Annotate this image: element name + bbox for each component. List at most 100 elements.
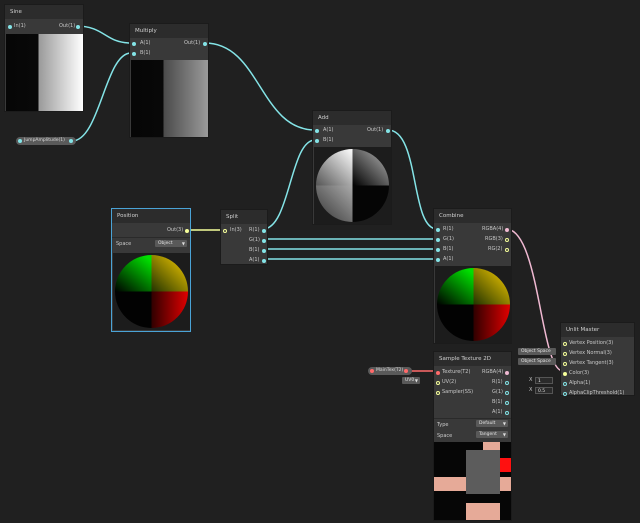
property-dot [18, 139, 22, 143]
input-port-dot[interactable] [563, 382, 567, 386]
node-title: Sine [5, 5, 83, 19]
input-port-dot[interactable] [563, 362, 567, 366]
chevron-down-icon: ▼ [502, 421, 506, 426]
add-node[interactable]: Add A(1) B(1) Out(1) [312, 110, 392, 225]
output-port-dot[interactable] [262, 239, 266, 243]
combine-node[interactable]: Combine R(1) G(1) B(1) A(1) RGBA(4) RGB(… [433, 208, 512, 344]
node-title: Position [112, 209, 190, 223]
sample-texture-2d-node[interactable]: Sample Texture 2D Texture(T2) UV(2) Samp… [433, 351, 512, 521]
input-port-dot[interactable] [8, 25, 12, 29]
output-port-dot[interactable] [505, 411, 509, 415]
vertex-position-space-field[interactable]: Object Space [518, 348, 556, 355]
master-input-vertex-position: Vertex Position(3) [569, 340, 614, 346]
vertex-normal-space-field[interactable]: Object Space [518, 358, 556, 365]
split-node[interactable]: Split In(3) R(1) G(1) B(1) A(1) [220, 209, 268, 265]
divider [434, 418, 511, 419]
property-label: JumpAmplitude(1) [24, 138, 65, 143]
property-dot [370, 369, 374, 373]
property-node-jumpamplitude[interactable]: JumpAmplitude(1) [16, 137, 76, 145]
position-node[interactable]: Position Out(3) Space Object ▼ [111, 208, 191, 332]
output-port-dot[interactable] [404, 369, 408, 373]
alpha-value: 1 [538, 379, 541, 384]
unlit-master-node[interactable]: Unlit Master Vertex Position(3) Vertex N… [560, 322, 635, 396]
input-port-dot[interactable] [436, 381, 440, 385]
master-input-alpha-clip: AlphaClipThreshold(1) [569, 390, 625, 396]
type-label: Type [437, 422, 449, 428]
output-port-dot[interactable] [262, 259, 266, 263]
combine-output-rgba: RGBA(4) [482, 226, 504, 232]
input-port-dot[interactable] [315, 139, 319, 143]
split-output-b: B(1) [249, 247, 260, 253]
input-port-dot[interactable] [436, 391, 440, 395]
combine-input-b: B(1) [443, 246, 454, 252]
split-input-in: In(3) [230, 227, 242, 233]
input-port-dot[interactable] [563, 372, 567, 376]
output-port-dot[interactable] [76, 25, 80, 29]
input-port-dot[interactable] [563, 352, 567, 356]
sample-texture-preview [434, 442, 511, 520]
uv-channel-field[interactable]: UV0 ▼ [402, 377, 420, 384]
output-port-dot[interactable] [505, 248, 509, 252]
clip-value: 0.5 [538, 389, 546, 394]
combine-input-r: R(1) [443, 226, 454, 232]
node-title: Multiply [130, 24, 208, 38]
space-label: Space [437, 433, 453, 439]
position-preview [113, 253, 190, 330]
output-port-dot[interactable] [505, 228, 509, 232]
input-port-dot[interactable] [563, 342, 567, 346]
input-port-dot[interactable] [436, 238, 440, 242]
input-port-dot[interactable] [132, 42, 136, 46]
input-port-dot[interactable] [436, 258, 440, 262]
output-port-dot[interactable] [69, 139, 73, 143]
connection-wires [71, 25, 564, 372]
shader-graph-canvas[interactable]: Sine In(1) Out(1) JumpAmplitude(1) Multi… [0, 0, 640, 523]
sample-output-r: R(1) [492, 379, 503, 385]
chevron-down-icon: ▼ [502, 432, 506, 437]
output-port-dot[interactable] [386, 129, 390, 133]
output-port-dot[interactable] [185, 229, 189, 233]
output-port-dot[interactable] [505, 381, 509, 385]
sine-node[interactable]: Sine In(1) Out(1) [4, 4, 84, 112]
sine-preview [6, 34, 83, 111]
master-input-vertex-tangent: Vertex Tangent(3) [569, 360, 614, 366]
space-dropdown[interactable]: Tangent ▼ [476, 431, 508, 438]
output-port-dot[interactable] [262, 249, 266, 253]
space-dropdown[interactable]: Object ▼ [155, 240, 187, 247]
input-port-dot[interactable] [436, 248, 440, 252]
multiply-input-a: A(1) [140, 40, 151, 46]
output-port-dot[interactable] [262, 229, 266, 233]
alpha-value-field[interactable]: 1 [535, 377, 553, 384]
input-port-dot[interactable] [563, 392, 567, 396]
sample-output-g: G(1) [492, 389, 503, 395]
alpha-clip-value-field[interactable]: 0.5 [535, 387, 553, 394]
combine-input-a: A(1) [443, 256, 454, 262]
combine-output-rg: RG(2) [488, 246, 503, 252]
alpha-x-label: X [529, 377, 533, 383]
wire-split-r-add-b [262, 139, 316, 230]
clip-x-label: X [529, 387, 533, 393]
chevron-down-icon: ▼ [181, 241, 185, 246]
space-field-label: Object Space [521, 359, 551, 364]
input-port-dot[interactable] [223, 229, 227, 233]
multiply-node[interactable]: Multiply A(1) B(1) Out(1) [129, 23, 209, 138]
node-title: Add [313, 111, 391, 125]
type-dropdown[interactable]: Default ▼ [476, 420, 508, 427]
output-port-dot[interactable] [203, 42, 207, 46]
output-port-dot[interactable] [505, 401, 509, 405]
output-port-dot[interactable] [505, 371, 509, 375]
split-output-a: A(1) [249, 257, 260, 263]
property-node-maintex[interactable]: MainTex(T2) [368, 367, 412, 375]
output-port-dot[interactable] [505, 391, 509, 395]
input-port-dot[interactable] [315, 129, 319, 133]
multiply-preview [131, 60, 208, 137]
sample-output-a: A(1) [492, 409, 503, 415]
multiply-output-out: Out(1) [184, 40, 201, 46]
space-dropdown-value: Object [158, 241, 173, 246]
wire-add-combine-r [387, 129, 438, 230]
node-title: Sample Texture 2D [434, 352, 511, 366]
input-port-dot[interactable] [436, 228, 440, 232]
input-port-dot[interactable] [132, 52, 136, 56]
wire-sine-multiply-a [75, 25, 132, 44]
input-port-dot[interactable] [436, 371, 440, 375]
output-port-dot[interactable] [505, 238, 509, 242]
